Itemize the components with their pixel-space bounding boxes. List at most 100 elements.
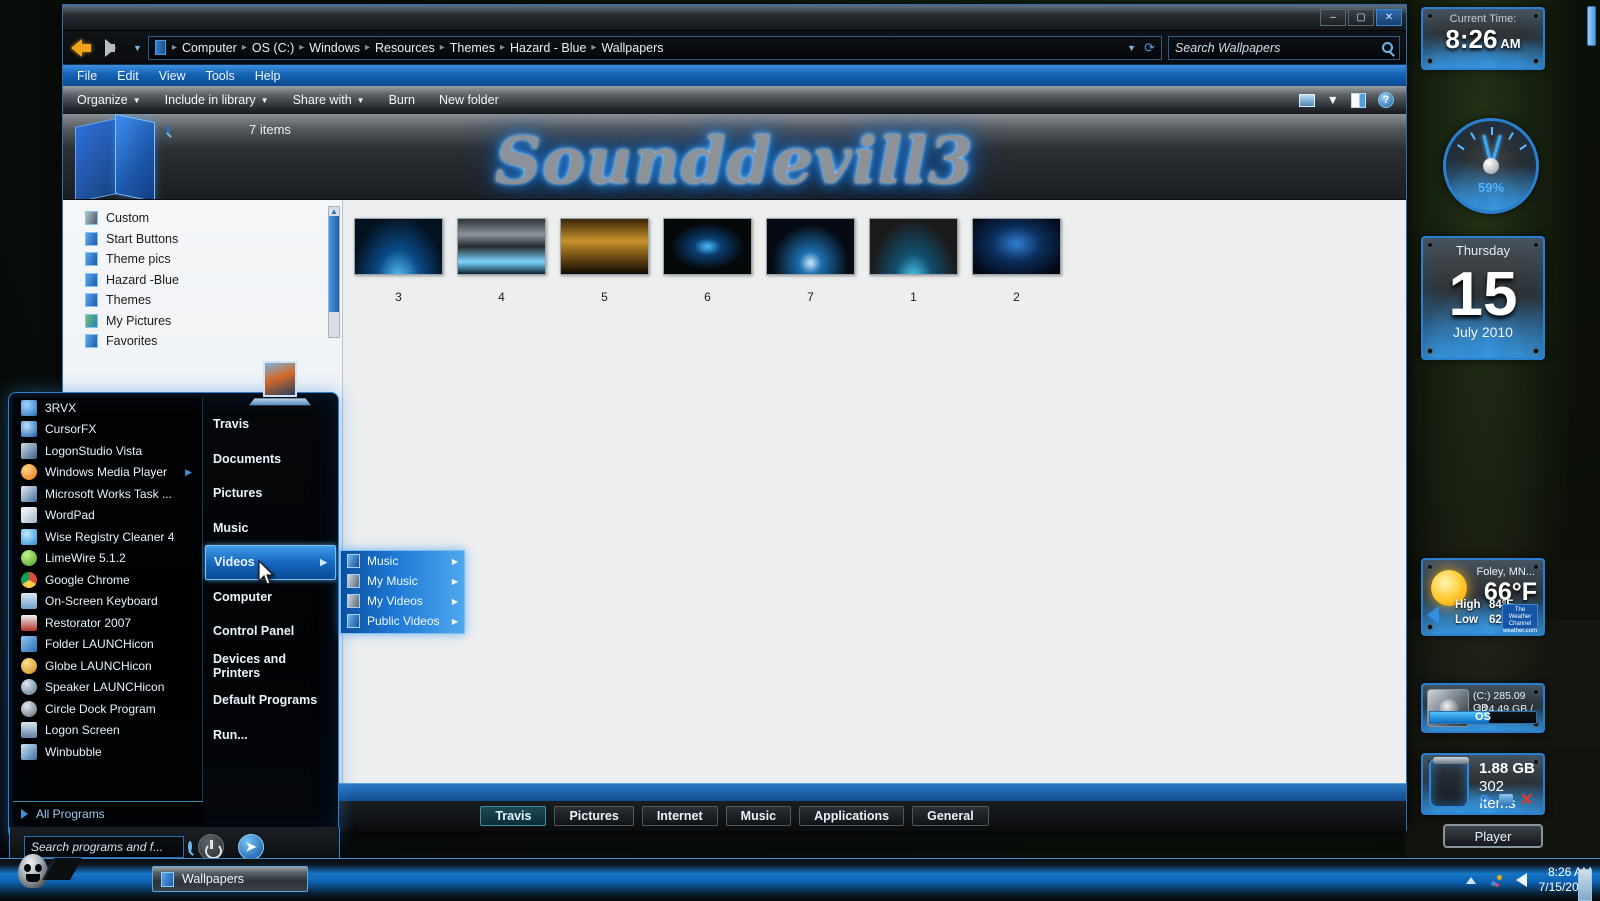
forward-button[interactable] xyxy=(101,35,127,61)
search-input[interactable] xyxy=(1175,40,1382,55)
shutdown-options-button[interactable]: ➤ xyxy=(238,833,264,860)
tree-item-theme-pics[interactable]: Theme pics xyxy=(85,249,342,270)
tree-item-start-buttons[interactable]: Start Buttons xyxy=(85,229,342,250)
breadcrumb-item-wallpapers[interactable]: Wallpapers xyxy=(598,40,666,56)
back-button[interactable] xyxy=(69,35,95,61)
breadcrumb-item-os[interactable]: OS (C:) xyxy=(249,40,297,56)
menu-view[interactable]: View xyxy=(159,69,186,83)
breadcrumb-item-windows[interactable]: Windows xyxy=(306,40,363,56)
address-chevron-down-icon[interactable]: ▼ xyxy=(1127,43,1136,53)
drive-meter-gadget[interactable]: (C:) 285.09 GB 124.49 GB / 44% OS xyxy=(1421,683,1545,733)
volume-icon[interactable] xyxy=(1515,873,1527,887)
start-item-microsoft-works-task[interactable]: Microsoft Works Task ... xyxy=(13,483,202,505)
start-place-music[interactable]: Music xyxy=(205,511,336,546)
network-icon[interactable] xyxy=(1488,872,1504,888)
navigation-scrollbar[interactable]: ▲ xyxy=(328,206,340,338)
weather-gadget[interactable]: Foley, MN... 66°F High84°F Low62°F The W… xyxy=(1421,558,1545,636)
file-item[interactable]: 6 xyxy=(660,218,755,304)
scrollbar-thumb[interactable] xyxy=(329,216,339,312)
start-item-on-screen-keyboard[interactable]: On-Screen Keyboard xyxy=(13,591,202,613)
refresh-icon[interactable]: ⟳ xyxy=(1479,791,1492,809)
submenu-item-my-music[interactable]: My Music ▶ xyxy=(341,571,464,591)
menu-file[interactable]: File xyxy=(77,69,97,83)
start-item-limewire[interactable]: LimeWire 5.1.2 xyxy=(13,548,202,570)
start-place-pictures[interactable]: Pictures xyxy=(205,476,336,511)
all-programs-button[interactable]: All Programs xyxy=(13,801,203,825)
organize-button[interactable]: Organize ▼ xyxy=(77,93,141,107)
menu-help[interactable]: Help xyxy=(255,69,281,83)
start-item-winbubble[interactable]: Winbubble xyxy=(13,741,202,763)
breadcrumb-item-resources[interactable]: Resources xyxy=(372,40,438,56)
file-list-pane[interactable]: 3 4 5 6 7 1 2 xyxy=(343,200,1406,783)
start-item-wordpad[interactable]: WordPad xyxy=(13,505,202,527)
chevron-down-icon[interactable]: ▼ xyxy=(1327,93,1339,107)
dock-tab-music[interactable]: Music xyxy=(725,806,792,826)
start-item-logon-screen[interactable]: Logon Screen xyxy=(13,720,202,742)
submenu-item-my-videos[interactable]: My Videos ▶ xyxy=(341,591,464,611)
weather-provider-logo[interactable]: The Weather Channel weather.com xyxy=(1502,604,1538,634)
preview-pane-icon[interactable] xyxy=(1351,92,1366,108)
start-item-wise-registry-cleaner[interactable]: Wise Registry Cleaner 4 xyxy=(13,526,202,548)
breadcrumb-item-themes[interactable]: Themes xyxy=(447,40,498,56)
start-item-restorator-2007[interactable]: Restorator 2007 xyxy=(13,612,202,634)
file-item[interactable]: 1 xyxy=(866,218,961,304)
tree-item-themes[interactable]: Themes xyxy=(85,290,342,311)
share-with-button[interactable]: Share with ▼ xyxy=(293,93,365,107)
start-item-cursorfx[interactable]: CursorFX xyxy=(13,419,202,441)
taskbar-window-button-wallpapers[interactable]: Wallpapers xyxy=(152,866,308,892)
close-button[interactable]: ✕ xyxy=(1376,9,1402,26)
search-box[interactable] xyxy=(1168,35,1400,60)
tree-item-hazard-blue[interactable]: Hazard -Blue xyxy=(85,270,342,291)
start-item-google-chrome[interactable]: Google Chrome xyxy=(13,569,202,591)
previous-arrow-icon[interactable] xyxy=(1427,606,1439,624)
file-item[interactable]: 7 xyxy=(763,218,858,304)
submenu-item-public-videos[interactable]: Public Videos ▶ xyxy=(341,611,464,631)
menu-tools[interactable]: Tools xyxy=(206,69,235,83)
scroll-up-icon[interactable]: ▲ xyxy=(329,207,339,216)
include-in-library-button[interactable]: Include in library ▼ xyxy=(165,93,269,107)
submenu-item-music[interactable]: Music ▶ xyxy=(341,551,464,571)
cpu-meter-gadget[interactable]: 59% xyxy=(1443,118,1539,214)
start-item-windows-media-player[interactable]: Windows Media Player ▶ xyxy=(13,462,202,484)
dock-tab-pictures[interactable]: Pictures xyxy=(554,806,634,826)
show-desktop-button[interactable] xyxy=(1578,869,1592,901)
contacts-scrollbar[interactable] xyxy=(1587,6,1596,46)
start-place-run[interactable]: Run... xyxy=(205,718,336,753)
help-icon[interactable]: ? xyxy=(1378,92,1394,108)
start-item-3rvx[interactable]: 3RVX xyxy=(13,397,202,419)
breadcrumb-item-computer[interactable]: Computer xyxy=(179,40,240,56)
breadcrumb-item-hazard-blue[interactable]: Hazard - Blue xyxy=(507,40,589,56)
player-button[interactable]: Player xyxy=(1443,824,1543,848)
start-place-documents[interactable]: Documents xyxy=(205,442,336,477)
start-place-devices-and-printers[interactable]: Devices and Printers xyxy=(205,649,336,684)
burn-button[interactable]: Burn xyxy=(389,93,415,107)
start-item-logonstudio-vista[interactable]: LogonStudio Vista xyxy=(13,440,202,462)
start-item-speaker-launchicon[interactable]: Speaker LAUNCHicon xyxy=(13,677,202,699)
tree-item-custom[interactable]: Custom xyxy=(85,208,342,229)
window-titlebar[interactable]: – ▢ ✕ xyxy=(63,5,1406,31)
empty-bin-icon[interactable]: ✕ xyxy=(1520,790,1534,810)
maximize-button[interactable]: ▢ xyxy=(1348,9,1374,26)
file-item[interactable]: 4 xyxy=(454,218,549,304)
file-item[interactable]: 5 xyxy=(557,218,652,304)
new-folder-button[interactable]: New folder xyxy=(439,93,499,107)
start-item-folder-launchicon[interactable]: Folder LAUNCHicon xyxy=(13,634,202,656)
tree-item-my-pictures[interactable]: My Pictures xyxy=(85,311,342,332)
calendar-gadget[interactable]: Thursday 15 July 2010 xyxy=(1421,236,1545,360)
tree-item-favorites[interactable]: Favorites xyxy=(85,331,342,352)
open-bin-icon[interactable] xyxy=(1498,794,1513,806)
start-item-globe-launchicon[interactable]: Globe LAUNCHicon xyxy=(13,655,202,677)
start-item-circle-dock-program[interactable]: Circle Dock Program xyxy=(13,698,202,720)
user-account-picture[interactable] xyxy=(249,361,311,407)
show-hidden-icons-icon[interactable] xyxy=(1465,876,1476,884)
start-place-control-panel[interactable]: Control Panel xyxy=(205,614,336,649)
dock-tab-travis[interactable]: Travis xyxy=(480,806,547,826)
dock-tab-internet[interactable]: Internet xyxy=(641,806,718,826)
start-button[interactable] xyxy=(8,848,82,900)
recycle-bin-gadget[interactable]: 1.88 GB 302 Items ⟳ ✕ xyxy=(1421,753,1545,815)
breadcrumb[interactable]: ▸ Computer ▸ OS (C:) ▸ Windows ▸ Resourc… xyxy=(147,35,1162,60)
change-view-icon[interactable] xyxy=(1298,93,1315,107)
refresh-icon[interactable]: ⟳ xyxy=(1144,40,1155,56)
clock-gadget[interactable]: Current Time: 8:26 AM xyxy=(1421,7,1545,70)
history-chevron-down-icon[interactable]: ▼ xyxy=(133,43,142,53)
